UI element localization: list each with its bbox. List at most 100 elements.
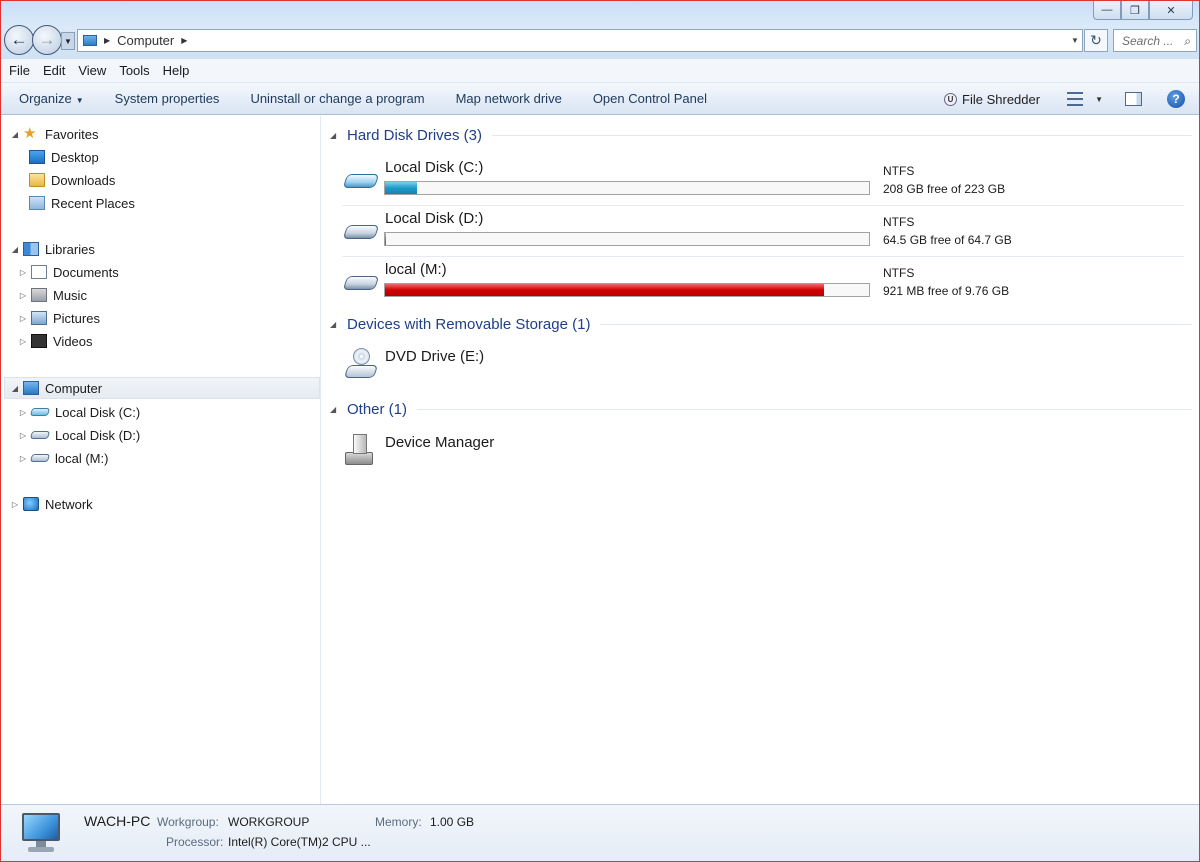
file-shredder-button[interactable]: File Shredder [962,92,1040,107]
computer-name: WACH-PC [84,813,151,829]
nav-music-label: Music [53,287,87,303]
nav-documents[interactable]: ▷ Documents [18,261,119,283]
search-input[interactable]: Search ... ⌕ [1113,29,1197,52]
dvd-drive-icon [343,348,379,380]
expand-arrow-icon[interactable]: ▷ [10,500,20,509]
computer-icon [23,381,39,395]
usage-bar [384,283,870,297]
group-title: Devices with Removable Storage (1) [347,316,591,333]
navigation-pane: ◢ ★ Favorites Desktop Downloads Recent P… [1,116,321,804]
details-pane: WACH-PC Workgroup: WORKGROUP Memory: 1.0… [1,804,1199,861]
nav-network[interactable]: ▷ Network [10,493,93,515]
drive-name: Local Disk (D:) [385,210,484,227]
preview-pane-icon[interactable] [1125,92,1142,106]
drive-icon [29,431,51,439]
collapse-arrow-icon[interactable]: ◢ [10,245,20,254]
hard-drive-icon [342,276,380,290]
file-system: NTFS [883,215,915,229]
menu-file[interactable]: File [9,63,30,78]
view-options-dropdown[interactable]: ▼ [1095,95,1103,104]
nav-videos[interactable]: ▷ Videos [18,330,93,352]
nav-local-disk-d[interactable]: ▷ Local Disk (D:) [18,424,140,446]
nav-downloads[interactable]: Downloads [29,169,115,191]
breadcrumb-computer[interactable]: Computer [117,33,174,48]
usage-bar [384,181,870,195]
group-title: Hard Disk Drives (3) [347,127,483,144]
nav-pictures[interactable]: ▷ Pictures [18,307,100,329]
nav-computer[interactable]: ◢ Computer [4,377,320,399]
drive-tile-m[interactable]: local (M:) NTFS 921 MB free of 9.76 GB [342,258,1184,308]
nav-local-disk-c-label: Local Disk (C:) [55,404,141,420]
collapse-arrow-icon[interactable]: ◢ [330,405,340,414]
recent-places-icon [29,196,45,210]
nav-pictures-label: Pictures [53,310,100,326]
change-view-icon[interactable] [1067,92,1084,106]
computer-icon [19,811,63,857]
close-button[interactable]: ✕ [1149,1,1193,20]
window-controls: — ❐ ✕ [1093,1,1193,20]
command-bar-right: U File Shredder ▼ ? [944,83,1199,115]
collapse-arrow-icon[interactable]: ◢ [10,130,20,139]
drive-tile-d[interactable]: Local Disk (D:) NTFS 64.5 GB free of 64.… [342,207,1184,257]
nav-local-m[interactable]: ▷ local (M:) [18,447,109,469]
nav-favorites[interactable]: ◢ ★ Favorites [10,123,99,145]
title-bar: — ❐ ✕ ← → ▼ ▶ Computer ▶ ▼ ↻ Search ... … [1,1,1199,59]
collapse-arrow-icon[interactable]: ◢ [10,384,20,393]
forward-button[interactable]: → [32,25,62,55]
nav-local-m-label: local (M:) [55,450,109,466]
nav-recent-places-label: Recent Places [51,195,135,211]
expand-arrow-icon[interactable]: ▷ [18,268,28,277]
expand-arrow-icon[interactable]: ▷ [18,314,28,323]
free-space: 64.5 GB free of 64.7 GB [883,233,1012,247]
collapse-arrow-icon[interactable]: ◢ [330,131,340,140]
menu-edit[interactable]: Edit [43,63,65,78]
group-title: Other (1) [347,401,408,418]
breadcrumb-arrow-icon[interactable]: ▶ [181,36,187,45]
nav-libraries[interactable]: ◢ Libraries [10,238,95,260]
videos-icon [31,334,47,348]
workgroup-value: WORKGROUP [228,815,310,829]
collapse-arrow-icon[interactable]: ◢ [330,320,340,329]
minimize-button[interactable]: — [1093,1,1121,20]
system-properties-button[interactable]: System properties [115,91,220,106]
expand-arrow-icon[interactable]: ▷ [18,454,28,463]
breadcrumb-arrow-icon[interactable]: ▶ [104,36,110,45]
nav-desktop[interactable]: Desktop [29,146,99,168]
dvd-drive-name: DVD Drive (E:) [385,348,485,365]
device-manager-tile[interactable]: Device Manager [342,430,742,470]
map-network-drive-button[interactable]: Map network drive [456,91,562,106]
expand-arrow-icon[interactable]: ▷ [18,408,28,417]
menu-tools[interactable]: Tools [119,63,149,78]
nav-music[interactable]: ▷ Music [18,284,87,306]
back-button[interactable]: ← [4,25,34,55]
uninstall-program-button[interactable]: Uninstall or change a program [250,91,424,106]
address-history-dropdown[interactable]: ▼ [1068,30,1082,51]
drive-tile-c[interactable]: Local Disk (C:) NTFS 208 GB free of 223 … [342,156,1184,206]
organize-button[interactable]: Organize ▼ [19,91,84,106]
menu-help[interactable]: Help [163,63,190,78]
group-hard-disk-drives[interactable]: ◢ Hard Disk Drives (3) [330,127,1192,144]
nav-local-disk-c[interactable]: ▷ Local Disk (C:) [18,401,140,423]
menu-view[interactable]: View [78,63,106,78]
recent-pages-dropdown[interactable]: ▼ [61,32,75,50]
libraries-icon [23,242,39,256]
expand-arrow-icon[interactable]: ▷ [18,337,28,346]
help-icon[interactable]: ? [1167,90,1185,108]
dvd-drive-tile[interactable]: DVD Drive (E:) [342,344,742,384]
documents-icon [31,265,47,279]
group-other[interactable]: ◢ Other (1) [330,401,1192,418]
group-removable-storage[interactable]: ◢ Devices with Removable Storage (1) [330,316,1192,333]
expand-arrow-icon[interactable]: ▷ [18,291,28,300]
nav-recent-places[interactable]: Recent Places [29,192,135,214]
open-control-panel-button[interactable]: Open Control Panel [593,91,707,106]
nav-downloads-label: Downloads [51,172,116,188]
expand-arrow-icon[interactable]: ▷ [18,431,28,440]
nav-videos-label: Videos [53,333,93,349]
maximize-button[interactable]: ❐ [1121,1,1149,20]
refresh-button[interactable]: ↻ [1084,29,1108,52]
usage-fill [385,233,387,245]
divider [492,135,1192,136]
search-icon[interactable]: ⌕ [1184,34,1191,49]
address-bar[interactable]: ▶ Computer ▶ ▼ [77,29,1083,52]
nav-local-disk-d-label: Local Disk (D:) [55,427,141,443]
